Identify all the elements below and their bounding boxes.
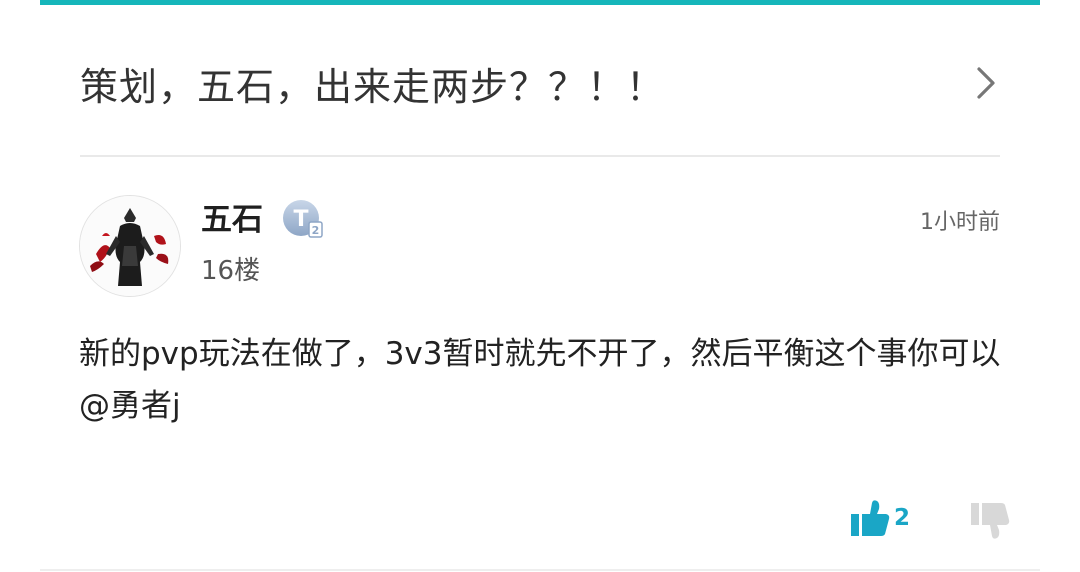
- bottom-divider: [40, 569, 1040, 571]
- avatar[interactable]: [79, 195, 181, 297]
- thread-title-row[interactable]: 策划，五石，出来走两步？？！！: [80, 44, 1000, 122]
- dislike-button[interactable]: [968, 500, 1012, 544]
- chevron-right-icon: [972, 63, 1000, 103]
- like-button[interactable]: 2: [850, 500, 910, 540]
- post-timestamp: 1小时前: [920, 210, 1000, 235]
- floor-number: 16楼: [201, 256, 261, 286]
- thread-title: 策划，五石，出来走两步？？！！: [80, 64, 666, 109]
- thumbs-up-icon: [850, 499, 890, 541]
- thumbs-down-icon: [968, 503, 1012, 548]
- top-accent-bar: [40, 0, 1040, 5]
- like-count: 2: [894, 505, 911, 531]
- divider: [80, 155, 1000, 157]
- svg-text:2: 2: [312, 224, 320, 237]
- level-badge-icon: T 2: [281, 198, 325, 242]
- post-content: 新的pvp玩法在做了，3v3暂时就先不开了，然后平衡这个事你可以@勇者j: [79, 336, 1001, 424]
- svg-text:T: T: [293, 207, 308, 232]
- author-name[interactable]: 五石: [201, 194, 263, 239]
